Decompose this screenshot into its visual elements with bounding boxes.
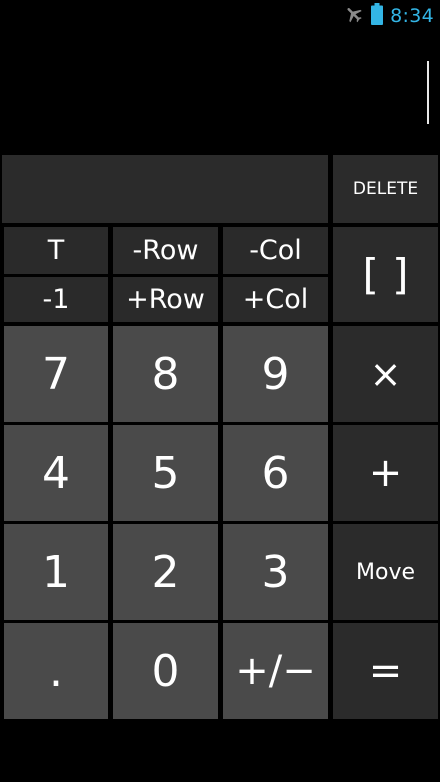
digit-0-button[interactable]: 0 xyxy=(113,623,218,719)
text-cursor xyxy=(427,61,429,124)
matrix-brackets-button[interactable]: [ ] xyxy=(333,227,438,322)
multiply-button[interactable]: × xyxy=(333,326,438,422)
status-bar: 8:34 xyxy=(0,0,440,33)
airplane-mode-icon xyxy=(344,4,364,28)
digit-6-button[interactable]: 6 xyxy=(223,425,328,521)
matrix-input-area[interactable] xyxy=(2,155,328,223)
equals-button[interactable]: = xyxy=(333,623,438,719)
digit-3-button[interactable]: 3 xyxy=(223,524,328,620)
battery-icon xyxy=(371,3,384,29)
digit-4-button[interactable]: 4 xyxy=(4,425,108,521)
inverse-button[interactable]: -1 xyxy=(4,277,108,322)
transpose-button[interactable]: T xyxy=(4,227,108,274)
plus-button[interactable]: + xyxy=(333,425,438,521)
expression-display[interactable] xyxy=(0,33,440,153)
bottom-spacer xyxy=(0,722,440,782)
digit-7-button[interactable]: 7 xyxy=(4,326,108,422)
decimal-point-button[interactable]: . xyxy=(4,623,108,719)
sign-toggle-button[interactable]: +/− xyxy=(223,623,328,719)
digit-1-button[interactable]: 1 xyxy=(4,524,108,620)
add-col-button[interactable]: +Col xyxy=(223,277,328,322)
status-time: 8:34 xyxy=(390,5,434,27)
digit-8-button[interactable]: 8 xyxy=(113,326,218,422)
remove-row-button[interactable]: -Row xyxy=(113,227,218,274)
move-button[interactable]: Move xyxy=(333,524,438,620)
delete-button[interactable]: DELETE xyxy=(333,155,438,223)
digit-2-button[interactable]: 2 xyxy=(113,524,218,620)
add-row-button[interactable]: +Row xyxy=(113,277,218,322)
digit-9-button[interactable]: 9 xyxy=(223,326,328,422)
status-icons: 8:34 xyxy=(344,3,434,29)
digit-5-button[interactable]: 5 xyxy=(113,425,218,521)
remove-col-button[interactable]: -Col xyxy=(223,227,328,274)
